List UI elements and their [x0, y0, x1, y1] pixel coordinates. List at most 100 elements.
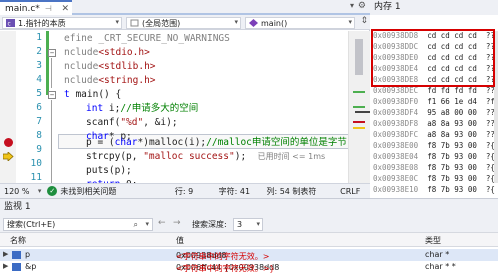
code-line-10: strcpy(p, "malloc success"); 已用时间 <= 1ms	[86, 149, 325, 164]
line-number: 4	[36, 74, 42, 85]
line-number: 10	[30, 158, 42, 169]
collapse-icon[interactable]: −	[48, 49, 56, 57]
watch-name[interactable]: &p	[25, 262, 36, 271]
collapse-icon[interactable]: −	[48, 91, 56, 99]
code-token: <stdio.h>	[98, 47, 150, 58]
line-number: 3	[36, 60, 42, 71]
expand-icon[interactable]: ▶	[3, 262, 8, 270]
memory-window-title[interactable]: 内存 1	[370, 0, 498, 15]
watch-name[interactable]: p	[25, 250, 30, 259]
code-line-11: puts(p);	[86, 163, 132, 178]
memory-address: 0x00938E10	[373, 185, 419, 194]
line-number: 1	[36, 32, 42, 43]
scrollbar-thumb[interactable]	[355, 39, 363, 75]
search-icon[interactable]: ⌕	[134, 219, 138, 230]
line-number: 2	[36, 46, 42, 57]
code-token: p = (	[86, 137, 115, 148]
zoom-level[interactable]: 120 %	[0, 187, 38, 196]
eol-indicator[interactable]: CRLF	[340, 187, 370, 196]
memory-bytes: f8 7b 93 00	[427, 185, 477, 194]
code-line-3: nclude<stdlib.h>	[64, 59, 156, 74]
memory-address: 0x00938DF0	[373, 97, 419, 106]
tab-list-dropdown-icon[interactable]: ▾	[350, 1, 354, 10]
expand-icon[interactable]: ▶	[3, 250, 8, 258]
tabs-mode-indicator[interactable]: 制表符	[292, 186, 340, 197]
memory-row[interactable]: 0x00938E00 f8 7b 93 00 ?{	[373, 141, 495, 152]
issues-status[interactable]: 未找到相关问题	[60, 186, 175, 197]
memory-row[interactable]: 0x00938DFC a8 8a 93 00 ??	[373, 130, 495, 141]
memory-row[interactable]: 0x00938DF8 a8 8a 93 00 ??	[373, 119, 495, 130]
close-icon[interactable]: ✕	[61, 4, 69, 14]
memory-address: 0x00938DF8	[373, 119, 419, 128]
scope-icon	[130, 19, 139, 27]
memory-bytes: fd fd fd fd	[427, 86, 477, 95]
split-editor-icon[interactable]: ⇕	[360, 16, 368, 26]
line-number: 5	[36, 88, 42, 99]
pane-splitter[interactable]	[355, 111, 370, 113]
memory-row[interactable]: 0x00938DF0 f1 66 1e d4 ?f	[373, 97, 495, 108]
search-depth-select[interactable]: 3 ▾	[233, 218, 263, 231]
arrow-right-icon[interactable]: →	[173, 218, 181, 228]
chevron-down-icon[interactable]: ▾	[38, 187, 42, 195]
code-token: strcpy(p,	[86, 151, 144, 162]
line-number: 7	[36, 116, 42, 127]
code-line-1: efine _CRT_SECURE_NO_WARNINGS	[64, 31, 230, 46]
tab-label: main.c*	[5, 3, 40, 14]
memory-address: 0x00938DFC	[373, 130, 419, 139]
tab-main-c[interactable]: main.c* ⊣ ✕	[0, 0, 72, 15]
watch-search-input[interactable]: 搜索(Ctrl+E) ⌕ ▾	[3, 218, 153, 231]
function-label: main()	[261, 18, 288, 28]
memory-row[interactable]: 0x00938E08 f8 7b 93 00 ?{	[373, 163, 495, 174]
search-placeholder: 搜索(Ctrl+E)	[7, 220, 56, 229]
watch-window-title[interactable]: 监视 1	[0, 199, 498, 215]
code-line-6: int i;//申请多大的空间	[86, 101, 198, 116]
watch-row[interactable]: ▶ &p 0x006ffc44 {0x00938dd8 <字符串中的字符无效。>…	[0, 261, 498, 273]
chevron-down-icon: ▾	[115, 18, 119, 26]
editor-vertical-scrollbar[interactable]	[348, 31, 370, 183]
scope-dropdown[interactable]: (全局范围) ▾	[126, 17, 241, 29]
project-icon: c	[6, 19, 15, 28]
scroll-change-mark	[353, 91, 365, 93]
memory-row[interactable]: 0x00938E04 f8 7b 93 00 ?{	[373, 152, 495, 163]
perf-tip-elapsed[interactable]: 已用时间 <= 1ms	[258, 152, 326, 161]
arrow-left-icon[interactable]: ←	[158, 218, 166, 228]
memory-row[interactable]: 0x00938E0C f8 7b 93 00 ?{	[373, 174, 495, 185]
memory-bytes: f8 7b 93 00	[427, 152, 477, 161]
pin-icon[interactable]: ⊣	[45, 4, 52, 13]
col-indicator[interactable]: 列: 54	[266, 186, 292, 197]
line-indicator[interactable]: 行: 9	[175, 186, 219, 197]
column-header-name[interactable]: 名称	[10, 235, 26, 246]
chevron-down-icon[interactable]: ▾	[145, 219, 149, 230]
scroll-change-mark	[353, 106, 365, 108]
project-label: 1.指针的本质	[18, 18, 66, 28]
watch-type: char * *	[425, 262, 456, 271]
gear-icon[interactable]: ⚙	[358, 1, 366, 11]
code-token: main() {	[75, 89, 122, 100]
code-token: char	[114, 137, 138, 148]
watch-row[interactable]: ▶ p 0x00938dd8 <字符串中的字符无效。> char *	[0, 249, 498, 261]
line-number: 6	[36, 102, 42, 113]
code-line-4: nclude<string.h>	[64, 73, 156, 88]
char-indicator[interactable]: 字符: 41	[219, 186, 267, 197]
project-dropdown[interactable]: c 1.指针的本质 ▾	[2, 17, 122, 29]
watch-toolbar: 搜索(Ctrl+E) ⌕ ▾ ← → 搜索深度: 3 ▾	[0, 215, 498, 233]
memory-row[interactable]: 0x00938DEC fd fd fd fd ??	[373, 86, 495, 97]
code-text-area[interactable]: efine _CRT_SECURE_NO_WARNINGS nclude<std…	[58, 31, 348, 183]
line-number: 8	[36, 130, 42, 141]
memory-row[interactable]: 0x00938E10 f8 7b 93 00 ?{	[373, 185, 495, 196]
column-header-type[interactable]: 类型	[425, 235, 441, 246]
code-token: efine	[64, 33, 99, 44]
search-depth-value: 3	[237, 220, 243, 229]
change-marker	[46, 31, 49, 95]
code-token: , &i);	[143, 117, 178, 128]
current-statement-arrow-icon[interactable]	[2, 151, 14, 162]
memory-address: 0x00938E04	[373, 152, 419, 161]
breakpoint-icon[interactable]	[4, 138, 13, 147]
column-header-value[interactable]: 值	[176, 235, 184, 246]
variable-icon	[12, 251, 21, 259]
memory-bytes: f8 7b 93 00	[427, 141, 477, 150]
document-tabstrip: main.c* ⊣ ✕ ▾ ⚙	[0, 0, 370, 15]
code-token: <string.h>	[98, 75, 156, 86]
function-dropdown[interactable]: main() ▾	[245, 17, 355, 29]
memory-row[interactable]: 0x00938DF4 95 a8 00 00 ??	[373, 108, 495, 119]
